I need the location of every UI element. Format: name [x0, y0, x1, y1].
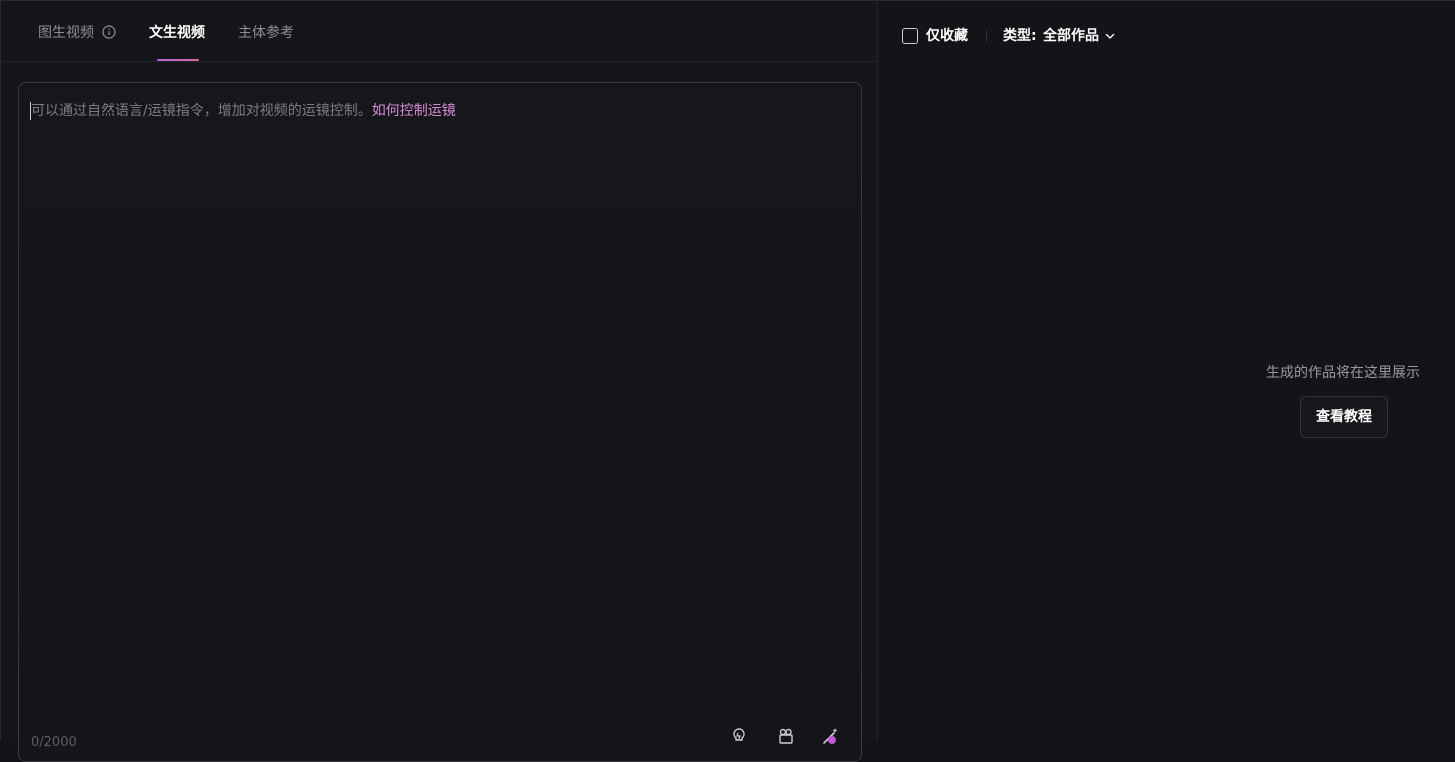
- char-count-text: 0/2000: [31, 735, 77, 750]
- favorites-only-checkbox[interactable]: [902, 28, 918, 44]
- placeholder-text: 可以通过自然语言/运镜指令，增加对视频的运镜控制。: [31, 103, 372, 119]
- character-counter: 0/2000: [31, 735, 77, 750]
- tab-image-to-video[interactable]: 图生视频: [38, 22, 94, 44]
- prompt-placeholder: 可以通过自然语言/运镜指令，增加对视频的运镜控制。如何控制运镜: [31, 101, 456, 121]
- tab-bar: 图生视频 文生视频 主体参考: [2, 2, 878, 62]
- left-panel: 图生视频 文生视频 主体参考 可以通过自然语言/运镜指令，增加对视频的运镜控制。…: [2, 2, 878, 762]
- empty-state-message: 生成的作品将在这里展示: [1266, 365, 1420, 381]
- magic-wand-icon[interactable]: [821, 726, 841, 746]
- view-tutorial-button[interactable]: 查看教程: [1300, 396, 1388, 438]
- favorites-only-label[interactable]: 仅收藏: [926, 25, 968, 47]
- tab-subject-reference[interactable]: 主体参考: [238, 22, 294, 44]
- type-filter-label: 类型:: [1003, 28, 1037, 44]
- chevron-down-icon[interactable]: [1104, 30, 1116, 42]
- bulb-icon[interactable]: [729, 726, 749, 746]
- camera-icon[interactable]: [776, 726, 796, 746]
- prompt-input[interactable]: 可以通过自然语言/运镜指令，增加对视频的运镜控制。如何控制运镜 0/2000: [18, 82, 862, 762]
- app-window: 图生视频 文生视频 主体参考 可以通过自然语言/运镜指令，增加对视频的运镜控制。…: [0, 0, 1455, 762]
- type-filter-dropdown[interactable]: 全部作品: [1043, 25, 1099, 47]
- camera-control-help-link[interactable]: 如何控制运镜: [372, 103, 456, 119]
- tab-text-to-video[interactable]: 文生视频: [149, 22, 205, 44]
- active-tab-indicator: [157, 59, 199, 61]
- right-panel: 仅收藏 类型: 全部作品 生成的作品将在这里展示 查看教程: [879, 2, 1455, 741]
- info-icon[interactable]: [102, 25, 116, 39]
- filter-divider: [986, 30, 987, 42]
